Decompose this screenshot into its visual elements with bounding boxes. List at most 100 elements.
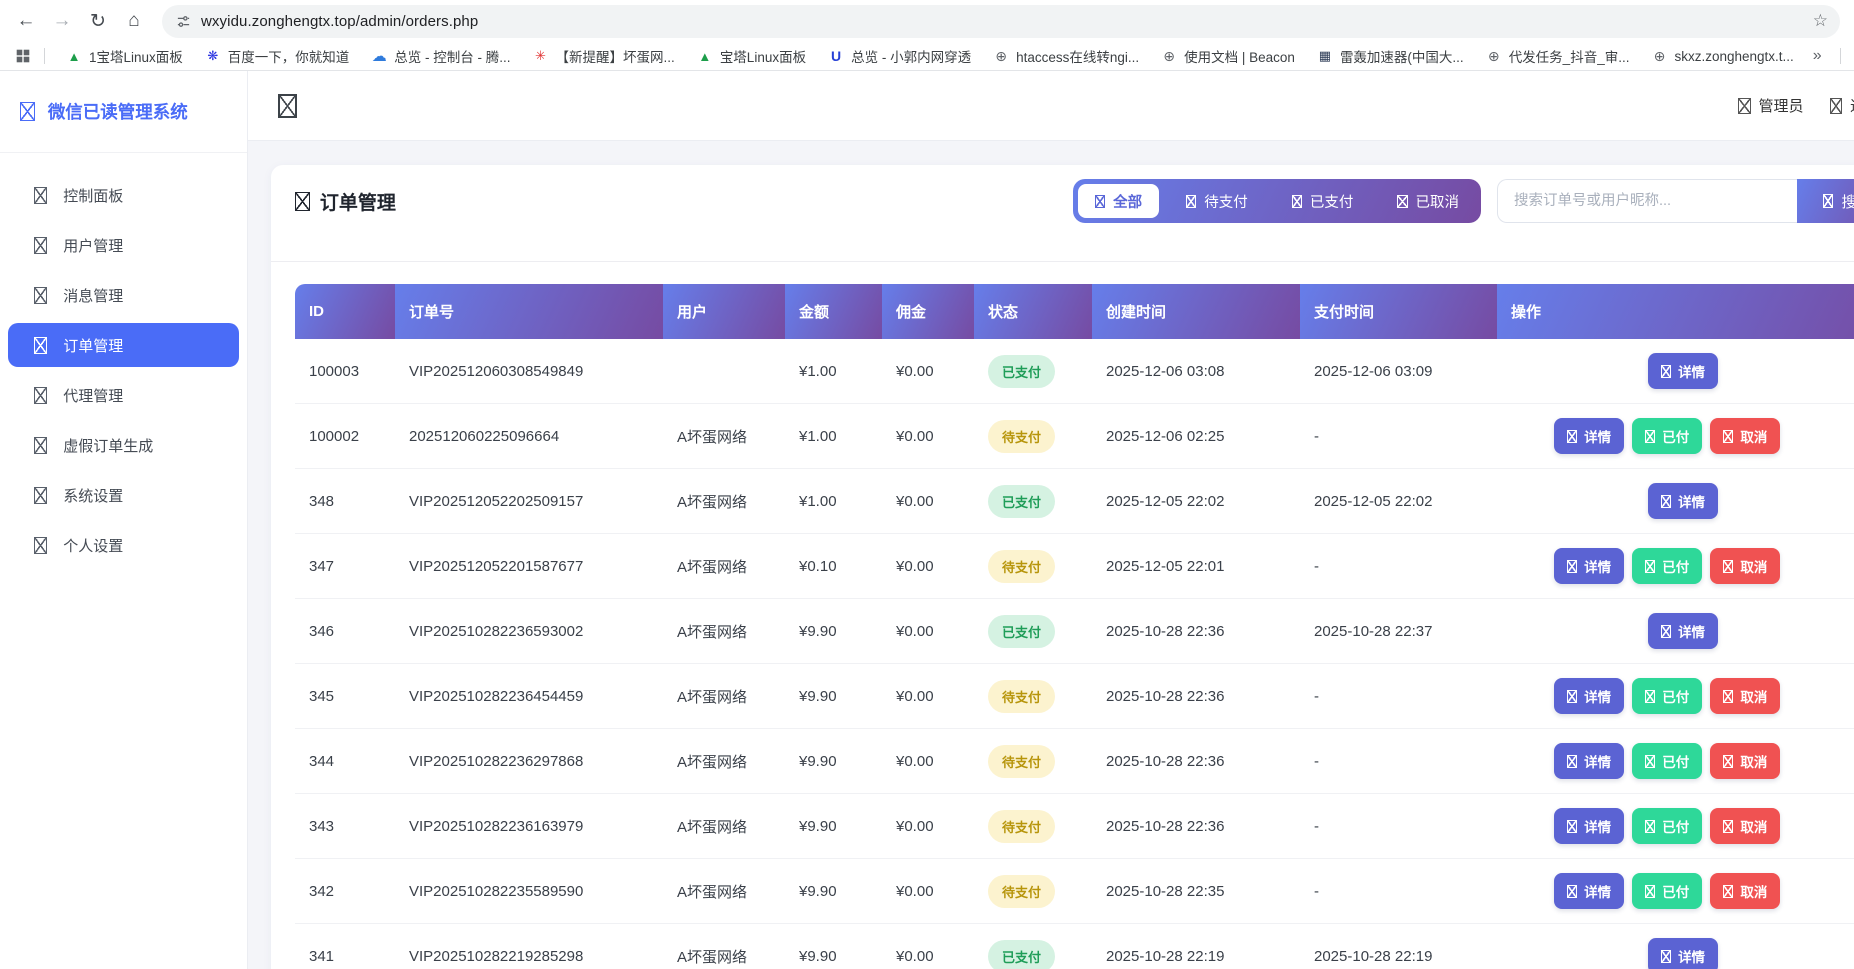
bookmarks-divider bbox=[44, 48, 45, 64]
bookmark-label: 总览 - 小郭内网穿透 bbox=[851, 46, 971, 66]
cell-actions: 详情 已付 取消 bbox=[1497, 404, 1854, 469]
sidebar-item-icon bbox=[34, 187, 47, 204]
bookmark-item[interactable]: ✳ 【新提醒】坏蛋网... bbox=[522, 46, 686, 66]
status-filter-tabs: 全部 待支付已支付已取消 bbox=[1073, 179, 1481, 223]
button-label: 已付 bbox=[1662, 426, 1689, 446]
detail-button[interactable]: 详情 bbox=[1648, 938, 1718, 969]
site-info-icon[interactable] bbox=[176, 14, 191, 29]
apps-grid-icon[interactable] bbox=[12, 49, 34, 63]
sidebar-item-label: 消息管理 bbox=[63, 285, 123, 306]
bookmark-item[interactable]: ▦雷轰加速器(中国大... bbox=[1306, 46, 1475, 66]
logout-label: 退出 bbox=[1850, 95, 1854, 116]
paid-button[interactable]: 已付 bbox=[1632, 808, 1702, 844]
cancel-button[interactable]: 取消 bbox=[1710, 418, 1780, 454]
detail-button[interactable]: 详情 bbox=[1554, 678, 1624, 714]
cell-created-time: 2025-10-28 22:19 bbox=[1092, 924, 1300, 969]
sidebar-item-2[interactable]: 用户管理 bbox=[8, 223, 239, 267]
tab-icon bbox=[1186, 195, 1196, 208]
sidebar-item-6[interactable]: 虚假订单生成 bbox=[8, 423, 239, 467]
sidebar-item-label: 用户管理 bbox=[63, 235, 123, 256]
cell-actions: 详情已付取消 bbox=[1497, 794, 1854, 859]
sidebar-item-1[interactable]: 控制面板 bbox=[8, 173, 239, 217]
sidebar-item-3[interactable]: 消息管理 bbox=[8, 273, 239, 317]
back-icon[interactable]: ← bbox=[10, 5, 42, 37]
detail-button[interactable]: 详情 bbox=[1554, 808, 1624, 844]
cancel-button[interactable]: 取消 bbox=[1710, 873, 1780, 909]
sidebar-item-8[interactable]: 个人设置 bbox=[8, 523, 239, 567]
bookmark-item[interactable]: ⊕htaccess在线转ngi... bbox=[982, 46, 1150, 66]
tab-3[interactable]: 已支付 bbox=[1275, 184, 1371, 218]
cancel-button[interactable]: 取消 bbox=[1710, 743, 1780, 779]
cell-actions: 详情已付取消 bbox=[1497, 664, 1854, 729]
column-header: 订单号 bbox=[395, 284, 663, 339]
cell-commission: ¥0.00 bbox=[882, 404, 974, 469]
sidebar-item-icon bbox=[34, 537, 47, 554]
sidebar-item-4[interactable]: 订单管理 bbox=[8, 323, 239, 367]
tab-icon bbox=[1095, 195, 1105, 208]
paid-button[interactable]: 已付 bbox=[1632, 743, 1702, 779]
paid-button[interactable]: 已付 bbox=[1632, 418, 1702, 454]
detail-button[interactable]: 详情 bbox=[1554, 873, 1624, 909]
detail-button[interactable]: 详情 bbox=[1648, 353, 1718, 389]
reload-icon[interactable]: ↻ bbox=[82, 5, 114, 37]
cell-amount: ¥0.10 bbox=[785, 534, 882, 599]
sidebar-item-icon bbox=[34, 287, 47, 304]
cell-actions: 详情 bbox=[1497, 469, 1854, 534]
cancel-button[interactable]: 取消 bbox=[1710, 808, 1780, 844]
bookmark-item[interactable]: ⊕skxz.zonghengtx.t... bbox=[1640, 48, 1804, 64]
bookmark-label: 【新提醒】坏蛋网... bbox=[556, 46, 675, 66]
actions-group: 详情已付取消 bbox=[1554, 808, 1812, 844]
tab-2[interactable]: 待支付 bbox=[1169, 184, 1265, 218]
flake-red-favicon-icon: ✳ bbox=[533, 48, 549, 64]
bookmark-item[interactable]: ❋百度一下，你就知道 bbox=[194, 46, 361, 66]
sidebar-item-icon bbox=[34, 387, 47, 404]
paid-button[interactable]: 已付 bbox=[1632, 678, 1702, 714]
search-button[interactable]: 搜索 bbox=[1797, 179, 1854, 223]
cell-actions: 详情 bbox=[1497, 924, 1854, 969]
bookmark-item[interactable]: ⊕使用文档 | Beacon bbox=[1150, 46, 1306, 66]
button-label: 详情 bbox=[1584, 426, 1611, 446]
search-input[interactable] bbox=[1497, 179, 1797, 223]
cell-paid-time: 2025-10-28 22:37 bbox=[1300, 599, 1497, 664]
orders-toolbar: 订单管理 全部待支付已支付已取消 搜索 bbox=[271, 165, 1854, 262]
detail-button-icon bbox=[1567, 755, 1577, 768]
tab-4[interactable]: 已取消 bbox=[1380, 184, 1476, 218]
sidebar-item-7[interactable]: 系统设置 bbox=[8, 473, 239, 517]
home-icon[interactable]: ⌂ bbox=[118, 5, 150, 37]
actions-group: 详情已付取消 bbox=[1554, 743, 1812, 779]
sidebar-item-5[interactable]: 代理管理 bbox=[8, 373, 239, 417]
cancel-button-icon bbox=[1723, 560, 1733, 573]
column-header: 创建时间 bbox=[1092, 284, 1300, 339]
bookmark-item[interactable]: ☁总览 - 控制台 - 腾... bbox=[360, 46, 521, 66]
tab-1[interactable]: 全部 bbox=[1078, 184, 1159, 218]
cell-user: A坏蛋网络 bbox=[663, 469, 785, 534]
admin-user[interactable]: 管理员 bbox=[1738, 95, 1803, 116]
paw-blue-favicon-icon: ❋ bbox=[205, 48, 221, 64]
cell-status: 待支付 bbox=[974, 794, 1092, 859]
tab-label: 全部 bbox=[1113, 191, 1142, 212]
forward-icon[interactable]: → bbox=[46, 5, 78, 37]
cell-commission: ¥0.00 bbox=[882, 469, 974, 534]
detail-button[interactable]: 详情 bbox=[1648, 613, 1718, 649]
menu-toggle-icon[interactable] bbox=[278, 94, 297, 118]
bookmark-item[interactable]: ⊕代发任务_抖音_审... bbox=[1475, 46, 1641, 66]
bookmark-label: 总览 - 控制台 - 腾... bbox=[394, 46, 510, 66]
bookmark-item[interactable]: ▲1宝塔Linux面板 bbox=[55, 46, 194, 66]
paid-button[interactable]: 已付 bbox=[1632, 548, 1702, 584]
cell-order-no: VIP202510282236163979 bbox=[395, 794, 663, 859]
detail-button[interactable]: 详情 bbox=[1648, 483, 1718, 519]
detail-button[interactable]: 详情 bbox=[1554, 743, 1624, 779]
bookmarks-overflow-chevron[interactable]: » bbox=[1805, 47, 1830, 65]
url-bar[interactable]: wxyidu.zonghengtx.top/admin/orders.php ☆ bbox=[162, 5, 1840, 38]
detail-button[interactable]: 详情 bbox=[1554, 548, 1624, 584]
bookmark-item[interactable]: U总览 - 小郭内网穿透 bbox=[817, 46, 982, 66]
cancel-button[interactable]: 取消 bbox=[1710, 678, 1780, 714]
paid-button[interactable]: 已付 bbox=[1632, 873, 1702, 909]
cell-id: 345 bbox=[295, 664, 395, 729]
logout-button[interactable]: 退出 bbox=[1830, 95, 1854, 116]
bookmarks-bar: ▲1宝塔Linux面板❋百度一下，你就知道☁总览 - 控制台 - 腾... ✳ 【新… bbox=[0, 42, 1854, 71]
bookmark-star-icon[interactable]: ☆ bbox=[1813, 11, 1828, 31]
detail-button[interactable]: 详情 bbox=[1554, 418, 1624, 454]
bookmark-item[interactable]: ▲宝塔Linux面板 bbox=[686, 46, 817, 66]
cancel-button[interactable]: 取消 bbox=[1710, 548, 1780, 584]
